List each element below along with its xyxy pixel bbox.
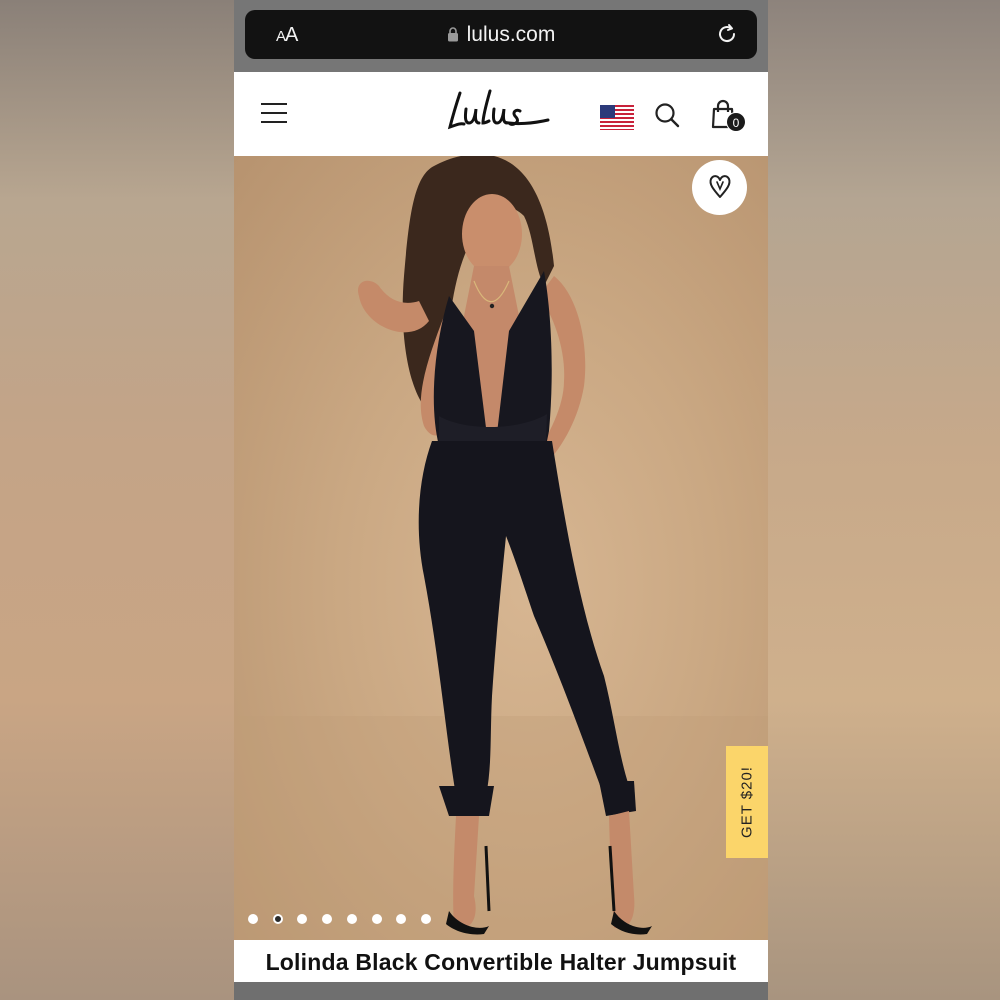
- reload-icon[interactable]: [715, 22, 739, 46]
- get-20-promo-tab[interactable]: GET $20!: [726, 746, 768, 858]
- search-icon[interactable]: [654, 102, 680, 128]
- phone-screen: AA lulus.com 0 GET $20! Lolinda Black Co…: [234, 0, 768, 1000]
- carousel-dot[interactable]: [248, 914, 258, 924]
- carousel-dot[interactable]: [272, 914, 283, 924]
- carousel-dot[interactable]: [346, 914, 357, 924]
- carousel-dot[interactable]: [371, 914, 382, 924]
- address-bar[interactable]: AA lulus.com: [245, 10, 757, 59]
- lulus-logo[interactable]: [446, 87, 552, 135]
- promo-tab-label: GET $20!: [738, 766, 756, 838]
- blurred-backdrop-left: [0, 0, 234, 1000]
- product-title-bar: Lolinda Black Convertible Halter Jumpsui…: [234, 940, 768, 982]
- browser-chrome: AA lulus.com: [234, 0, 768, 72]
- product-image[interactable]: GET $20!: [234, 156, 768, 940]
- heart-icon: [709, 175, 731, 198]
- url-display[interactable]: lulus.com: [245, 23, 757, 47]
- us-flag-icon[interactable]: [600, 105, 634, 130]
- url-text: lulus.com: [466, 23, 556, 46]
- bottom-strip: [234, 982, 768, 1000]
- menu-icon[interactable]: [261, 103, 287, 125]
- wishlist-button[interactable]: [692, 160, 747, 215]
- carousel-dot[interactable]: [420, 914, 431, 924]
- lock-icon: [447, 27, 458, 42]
- blurred-backdrop-right: [768, 0, 1000, 1000]
- cart-count-badge[interactable]: 0: [726, 112, 746, 132]
- product-title: Lolinda Black Convertible Halter Jumpsui…: [265, 949, 737, 975]
- product-photo: [234, 156, 768, 940]
- site-header: 0: [234, 72, 768, 156]
